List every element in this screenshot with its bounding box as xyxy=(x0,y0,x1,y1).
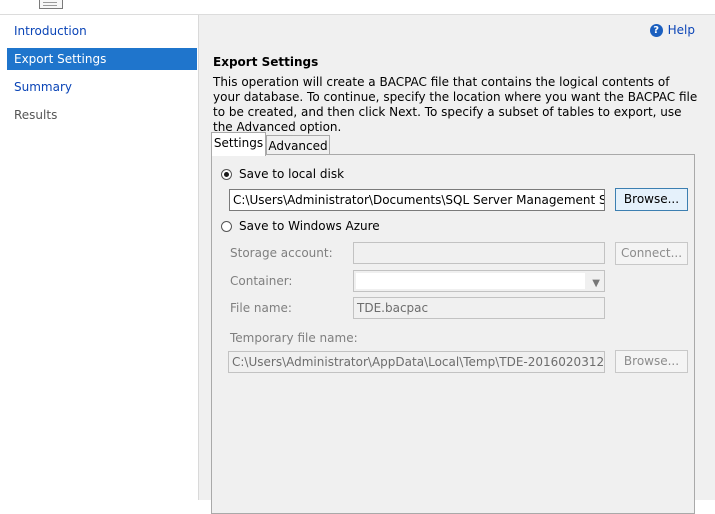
help-link[interactable]: ? Help xyxy=(649,23,695,37)
local-path-input[interactable]: C:\Users\Administrator\Documents\SQL Ser… xyxy=(229,189,605,211)
wizard-sidebar: Introduction Export Settings Summary Res… xyxy=(0,15,199,500)
azure-label: Save to Windows Azure xyxy=(239,219,380,233)
temp-file-input: C:\Users\Administrator\AppData\Local\Tem… xyxy=(228,351,605,373)
tab-advanced[interactable]: Advanced xyxy=(266,135,330,156)
sidebar-item-export-settings[interactable]: Export Settings xyxy=(7,48,197,70)
sidebar-item-summary[interactable]: Summary xyxy=(7,76,197,98)
page-description: This operation will create a BACPAC file… xyxy=(213,75,698,134)
azure-radio[interactable] xyxy=(221,220,232,232)
main-panel: ? Help Export Settings This operation wi… xyxy=(199,15,715,514)
local-disk-label: Save to local disk xyxy=(239,167,345,181)
chevron-down-icon: ▼ xyxy=(592,278,600,289)
connect-button: Connect... xyxy=(615,242,688,265)
browse-temp-button: Browse... xyxy=(615,350,688,373)
save-local-disk-option[interactable]: Save to local disk xyxy=(221,167,344,181)
document-icon xyxy=(39,0,63,9)
temp-file-label: Temporary file name: xyxy=(230,331,358,345)
storage-account-input xyxy=(353,242,605,264)
help-icon: ? xyxy=(649,23,663,37)
file-name-label: File name: xyxy=(230,301,292,315)
browse-local-button[interactable]: Browse... xyxy=(615,188,688,211)
storage-account-label: Storage account: xyxy=(230,246,333,260)
local-disk-radio[interactable] xyxy=(221,168,232,180)
sidebar-item-introduction[interactable]: Introduction xyxy=(7,20,197,42)
container-select-value xyxy=(356,273,585,289)
sidebar-item-results: Results xyxy=(14,108,58,122)
tab-settings[interactable]: Settings xyxy=(211,132,266,156)
container-label: Container: xyxy=(230,274,293,288)
save-azure-option[interactable]: Save to Windows Azure xyxy=(221,219,380,233)
settings-tab-panel: Save to local disk C:\Users\Administrato… xyxy=(211,154,695,514)
title-strip xyxy=(0,0,715,15)
page-title: Export Settings xyxy=(213,55,319,69)
container-select: ▼ xyxy=(353,270,605,292)
file-name-input: TDE.bacpac xyxy=(353,297,605,319)
help-label: Help xyxy=(667,23,695,37)
